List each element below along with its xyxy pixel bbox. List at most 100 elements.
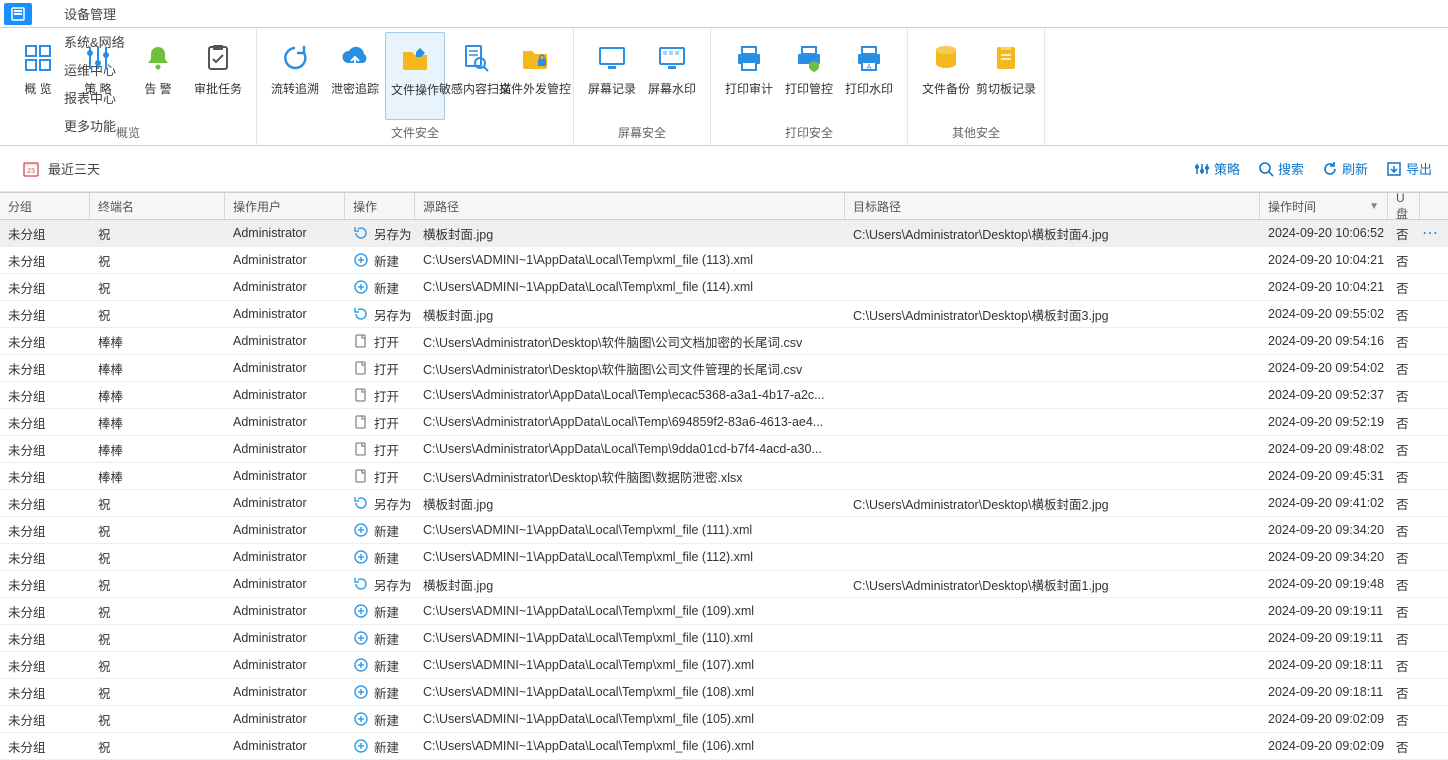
table-row[interactable]: 未分组祝Administrator新建C:\Users\ADMINI~1\App… [0,517,1448,544]
cell-user: Administrator [225,712,345,726]
ribbon-group-4: 文件备份剪切板记录其他安全 [908,28,1045,145]
cell-src: C:\Users\Administrator\Desktop\软件脑图\公司文件… [415,359,845,378]
sliders-icon [80,40,116,76]
cell-usb: 否 [1388,224,1420,243]
ribbon-btn-label: 策 略 [84,82,111,96]
table-row[interactable]: 未分组棒棒Administrator打开C:\Users\Administrat… [0,436,1448,463]
ribbon-btn-sliders[interactable]: 策 略 [68,32,128,120]
ribbon-btn-printer-shield[interactable]: 打印管控 [779,32,839,120]
ribbon-btn-bell[interactable]: 告 警 [128,32,188,120]
table-row[interactable]: 未分组祝Administrator另存为横板封面.jpgC:\Users\Adm… [0,220,1448,247]
col-src[interactable]: 源路径 [415,193,845,219]
cell-terminal: 棒棒 [90,386,225,405]
action-策略[interactable]: 策略 [1194,159,1240,178]
cell-op: 新建 [345,737,415,756]
table-row[interactable]: 未分组祝Administrator新建C:\Users\ADMINI~1\App… [0,274,1448,301]
cell-terminal: 棒棒 [90,332,225,351]
table-row[interactable]: 未分组祝Administrator新建C:\Users\ADMINI~1\App… [0,625,1448,652]
cell-terminal: 棒棒 [90,467,225,486]
cell-group: 未分组 [0,467,90,486]
cell-op: 新建 [345,683,415,702]
app-menu-icon[interactable] [4,3,32,25]
cell-terminal: 棒棒 [90,413,225,432]
cell-src: C:\Users\ADMINI~1\AppData\Local\Temp\xml… [415,523,845,537]
table-row[interactable]: 未分组祝Administrator另存为横板封面.jpgC:\Users\Adm… [0,301,1448,328]
col-time[interactable]: 操作时间▼ [1260,193,1388,219]
col-group[interactable]: 分组 [0,193,90,219]
ribbon-btn-folder-edit[interactable]: 文件操作 [385,32,445,120]
table-row[interactable]: 未分组棒棒Administrator打开C:\Users\Administrat… [0,355,1448,382]
monitor-grid-icon [654,40,690,76]
cell-terminal: 祝 [90,521,225,540]
tab-4[interactable]: 设备管理 [46,0,143,28]
cell-terminal: 祝 [90,305,225,324]
ribbon-btn-printer-a[interactable]: A打印水印 [839,32,899,120]
action-搜索[interactable]: 搜索 [1258,159,1304,178]
table-row[interactable]: 未分组棒棒Administrator打开C:\Users\Administrat… [0,409,1448,436]
ribbon-btn-label: 打印管控 [785,82,833,96]
ribbon-btn-doc-search[interactable]: 敏感内容扫描 [445,32,505,120]
cell-src: C:\Users\ADMINI~1\AppData\Local\Temp\xml… [415,712,845,726]
cell-usb: 否 [1388,575,1420,594]
ribbon-group-label: 文件安全 [391,120,439,143]
cell-user: Administrator [225,550,345,564]
ribbon-btn-monitor[interactable]: 屏幕记录 [582,32,642,120]
ribbon-btn-monitor-grid[interactable]: 屏幕水印 [642,32,702,120]
ribbon-group-2: 屏幕记录屏幕水印屏幕安全 [574,28,711,145]
cell-usb: 否 [1388,278,1420,297]
table-row[interactable]: 未分组棒棒Administrator打开C:\Users\Administrat… [0,382,1448,409]
cell-user: Administrator [225,442,345,456]
table-row[interactable]: 未分组祝Administrator新建C:\Users\ADMINI~1\App… [0,652,1448,679]
table-row[interactable]: 未分组祝Administrator另存为横板封面.jpgC:\Users\Adm… [0,490,1448,517]
cell-op: 新建 [345,521,415,540]
row-more-icon[interactable]: ⋯ [1420,223,1440,243]
ribbon-btn-folder-lock[interactable]: 文件外发管控 [505,32,565,120]
table-row[interactable]: 未分组棒棒Administrator打开C:\Users\Administrat… [0,328,1448,355]
table-row[interactable]: 未分组祝Administrator新建C:\Users\ADMINI~1\App… [0,706,1448,733]
cell-op: 新建 [345,602,415,621]
cell-usb: 否 [1388,548,1420,567]
ribbon-btn-clipboard2[interactable]: 剪切板记录 [976,32,1036,120]
cell-dst: C:\Users\Administrator\Desktop\横板封面1.jpg [845,575,1260,594]
table-row[interactable]: 未分组祝Administrator新建C:\Users\ADMINI~1\App… [0,679,1448,706]
ribbon-btn-db[interactable]: 文件备份 [916,32,976,120]
col-op[interactable]: 操作 [345,193,415,219]
col-dst[interactable]: 目标路径 [845,193,1260,219]
col-user[interactable]: 操作用户 [225,193,345,219]
cell-user: Administrator [225,658,345,672]
grid-icon [20,40,56,76]
ribbon-btn-clipboard[interactable]: 审批任务 [188,32,248,120]
rotate-icon [277,40,313,76]
table-row[interactable]: 未分组祝Administrator新建C:\Users\ADMINI~1\App… [0,247,1448,274]
table-row[interactable]: 未分组祝Administrator新建C:\Users\ADMINI~1\App… [0,598,1448,625]
ribbon-btn-cloud-up[interactable]: 泄密追踪 [325,32,385,120]
cell-usb: 否 [1388,413,1420,432]
calendar-icon: 23 [22,160,40,178]
ribbon-btn-label: 打印水印 [845,82,893,96]
cell-time: 2024-09-20 09:18:11 [1260,685,1388,699]
cell-group: 未分组 [0,575,90,594]
cell-usb: 否 [1388,305,1420,324]
cell-op: 打开 [345,467,415,486]
cell-group: 未分组 [0,224,90,243]
cell-group: 未分组 [0,521,90,540]
table-row[interactable]: 未分组棒棒Administrator打开C:\Users\Administrat… [0,463,1448,490]
action-导出[interactable]: 导出 [1386,159,1432,178]
cell-group: 未分组 [0,737,90,756]
cloud-up-icon [337,40,373,76]
col-terminal[interactable]: 终端名 [90,193,225,219]
cell-src: C:\Users\ADMINI~1\AppData\Local\Temp\xml… [415,685,845,699]
ribbon-btn-rotate[interactable]: 流转追溯 [265,32,325,120]
ribbon-btn-printer[interactable]: 打印审计 [719,32,779,120]
table-row[interactable]: 未分组祝Administrator另存为横板封面.jpgC:\Users\Adm… [0,571,1448,598]
ribbon-btn-grid[interactable]: 概 览 [8,32,68,120]
cell-op: 另存为 [345,575,415,594]
date-range-label[interactable]: 最近三天 [48,159,100,178]
cell-op: 另存为 [345,224,415,243]
action-刷新[interactable]: 刷新 [1322,159,1368,178]
cell-dst: C:\Users\Administrator\Desktop\横板封面3.jpg [845,305,1260,324]
col-usb[interactable]: U盘 [1388,193,1420,219]
table-row[interactable]: 未分组祝Administrator新建C:\Users\ADMINI~1\App… [0,544,1448,571]
clipboard2-icon [988,40,1024,76]
cell-user: Administrator [225,469,345,483]
